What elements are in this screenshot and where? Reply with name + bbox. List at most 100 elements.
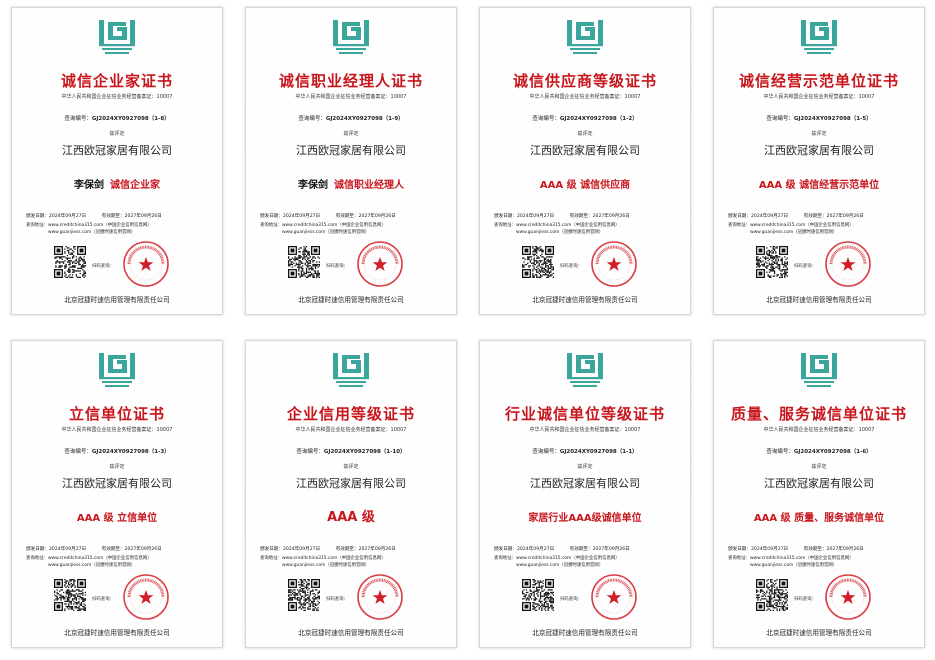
company-name: 江西欧冠家居有限公司: [530, 477, 640, 490]
scan-label: 扫码查询：: [92, 264, 114, 269]
valid-date: 有效期至：2027年09月26日: [102, 546, 162, 552]
issue-date-value: 2024年09月27日: [282, 547, 321, 552]
company-name: 江西欧冠家居有限公司: [62, 477, 172, 490]
issue-date-label: 颁发日期：: [26, 547, 49, 552]
organization-logo-icon: [567, 353, 603, 387]
certificate-card: 行业诚信单位等级证书 中华人民共和国企业征信业务经营备案证：10007 查询编号…: [479, 340, 691, 648]
issue-date-value: 2024年09月27日: [48, 214, 87, 219]
issuer-name: 北京冠捷时速信用管理有限责任公司: [298, 296, 404, 304]
query-address: 查询地址：www.creditchina315.com（中国企业信用信息网） w…: [260, 555, 450, 569]
valid-date-value: 2027年09月26日: [358, 547, 396, 552]
query-value: GJ2024XY0927098（1-9）: [325, 116, 404, 122]
certificate-title: 诚信职业经理人证书: [278, 72, 423, 90]
issue-date-value: 2024年09月27日: [48, 547, 87, 552]
certificate-card: 诚信经营示范单位证书 中华人民共和国企业征信业务经营备案证：10007 查询编号…: [713, 7, 925, 315]
valid-date-label: 有效期至：: [569, 214, 593, 219]
query-label: 查询编号：: [298, 116, 326, 122]
valid-date-label: 有效期至：: [803, 214, 827, 219]
valid-date-value: 2027年09月26日: [826, 547, 864, 552]
certificate-title: 立信单位证书: [68, 405, 165, 423]
person-name: 李保剑: [298, 180, 328, 191]
query-label: 查询编号：: [532, 116, 560, 122]
issue-date-value: 2024年09月27日: [750, 214, 789, 219]
certificate-card: 企业信用等级证书 中华人民共和国企业征信业务经营备案证：10007 查询编号：G…: [245, 340, 457, 648]
awarded-label: 兹评定: [109, 131, 125, 137]
red-seal-stamp-icon: [123, 574, 169, 620]
query-number: 查询编号：GJ2024XY0927098（1-3）: [12, 447, 222, 455]
query-number: 查询编号：GJ2024XY0927098（1-1）: [480, 447, 690, 455]
valid-date: 有效期至：2027年09月26日: [102, 213, 162, 219]
registration-line: 中华人民共和国企业征信业务经营备案证：10007: [295, 427, 407, 433]
issuer-name: 北京冠捷时速信用管理有限责任公司: [766, 629, 872, 637]
site-label: 查询地址：: [260, 556, 282, 561]
query-value: GJ2024XY0927098（1-8）: [91, 116, 170, 122]
issue-date: 颁发日期：2024年09月27日: [494, 213, 554, 219]
organization-logo-icon: [99, 20, 135, 54]
company-name: 江西欧冠家居有限公司: [530, 144, 640, 157]
site-label: 查询地址：: [728, 223, 750, 228]
site-label: 查询地址：: [494, 556, 516, 561]
query-label: 查询编号：: [532, 449, 560, 455]
query-label: 查询编号：: [64, 449, 92, 455]
date-line: 颁发日期：2024年09月27日 有效期至：2027年09月26日: [26, 213, 214, 219]
site-url-2: www.guanjiess.com（冠捷时速信用官网）: [516, 230, 604, 235]
red-seal-stamp-icon: [357, 241, 403, 287]
site-label: 查询地址：: [260, 223, 282, 228]
issue-date-value: 2024年09月27日: [516, 214, 555, 219]
valid-date-value: 2027年09月26日: [592, 547, 630, 552]
valid-date: 有效期至：2027年09月26日: [570, 213, 630, 219]
valid-date: 有效期至：2027年09月26日: [336, 546, 396, 552]
date-line: 颁发日期：2024年09月27日 有效期至：2027年09月26日: [260, 213, 448, 219]
valid-date-label: 有效期至：: [803, 547, 827, 552]
query-label: 查询编号：: [64, 116, 92, 122]
issue-date: 颁发日期：2024年09月27日: [26, 546, 86, 552]
red-seal-stamp-icon: [825, 574, 871, 620]
company-name: 江西欧冠家居有限公司: [296, 477, 406, 490]
honor-line: 家居行业AAA级诚信单位: [480, 509, 690, 524]
query-value: GJ2024XY0927098（1-1）: [559, 449, 638, 455]
honor-line: AAA 级: [246, 506, 456, 525]
qr-code-icon: [54, 579, 86, 611]
site-url-1: www.creditchina315.com（中国企业信用信息网）: [515, 556, 620, 561]
registration-line: 中华人民共和国企业征信业务经营备案证：10007: [295, 94, 407, 100]
query-number: 查询编号：GJ2024XY0927098（1-8）: [12, 114, 222, 122]
query-address: 查询地址：www.creditchina315.com（中国企业信用信息网） w…: [260, 222, 450, 236]
company-name: 江西欧冠家居有限公司: [764, 144, 874, 157]
issue-date: 颁发日期：2024年09月27日: [494, 546, 554, 552]
organization-logo-icon: [333, 353, 369, 387]
registration-line: 中华人民共和国企业征信业务经营备案证：10007: [529, 427, 641, 433]
date-line: 颁发日期：2024年09月27日 有效期至：2027年09月26日: [728, 213, 916, 219]
issue-date: 颁发日期：2024年09月27日: [728, 213, 788, 219]
awarded-label: 兹评定: [811, 131, 827, 137]
site-url-2: www.guanjiess.com（冠捷时速信用官网）: [282, 563, 370, 568]
valid-date-label: 有效期至：: [569, 547, 593, 552]
query-address: 查询地址：www.creditchina315.com（中国企业信用信息网） w…: [728, 222, 918, 236]
person-name: 李保剑: [74, 180, 104, 191]
query-address: 查询地址：www.creditchina315.com（中国企业信用信息网） w…: [26, 222, 216, 236]
certificate-card: 诚信职业经理人证书 中华人民共和国企业征信业务经营备案证：10007 查询编号：…: [245, 7, 457, 315]
issue-date-label: 颁发日期：: [260, 547, 283, 552]
certificate-title: 行业诚信单位等级证书: [504, 405, 665, 423]
qr-code-icon: [522, 579, 554, 611]
site-url-2: www.guanjiess.com（冠捷时速信用官网）: [48, 563, 136, 568]
valid-date: 有效期至：2027年09月26日: [570, 546, 630, 552]
red-seal-stamp-icon: [591, 574, 637, 620]
site-label: 查询地址：: [494, 223, 516, 228]
red-seal-stamp-icon: [357, 574, 403, 620]
valid-date: 有效期至：2027年09月26日: [804, 546, 864, 552]
issue-date: 颁发日期：2024年09月27日: [260, 213, 320, 219]
registration-line: 中华人民共和国企业征信业务经营备案证：10007: [763, 427, 875, 433]
issue-date-label: 颁发日期：: [728, 547, 751, 552]
valid-date-value: 2027年09月26日: [358, 214, 396, 219]
date-line: 颁发日期：2024年09月27日 有效期至：2027年09月26日: [26, 546, 214, 552]
site-url-1: www.creditchina315.com（中国企业信用信息网）: [281, 223, 386, 228]
honor-line: AAA 级 立信单位: [12, 509, 222, 524]
scan-label: 扫码查询：: [560, 264, 582, 269]
red-seal-stamp-icon: [825, 241, 871, 287]
company-name: 江西欧冠家居有限公司: [764, 477, 874, 490]
honor-line: AAA 级 诚信经营示范单位: [714, 176, 924, 191]
site-url-1: www.creditchina315.com（中国企业信用信息网）: [47, 223, 152, 228]
site-url-1: www.creditchina315.com（中国企业信用信息网）: [47, 556, 152, 561]
awarded-label: 兹评定: [577, 131, 593, 137]
qr-code-icon: [522, 246, 554, 278]
